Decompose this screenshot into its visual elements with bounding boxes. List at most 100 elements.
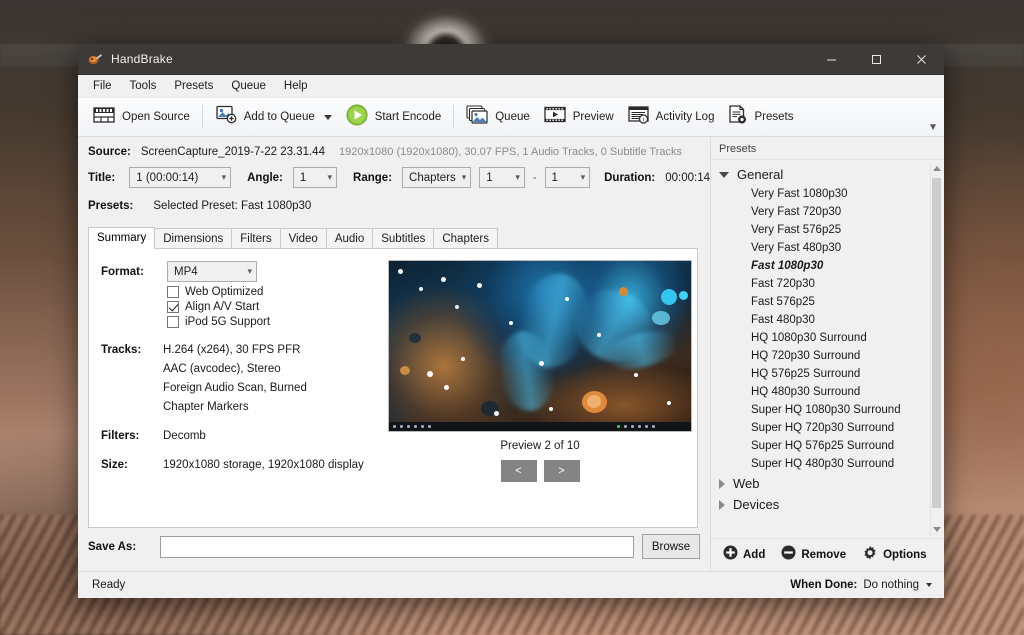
angle-select[interactable]: 1 ▾ (293, 167, 337, 188)
preset-group-web[interactable]: Web (711, 473, 944, 494)
preview-thumbnail[interactable] (388, 260, 692, 432)
window-titlebar[interactable]: HandBrake (78, 44, 944, 75)
preset-options-button[interactable]: Options (862, 545, 926, 566)
scroll-up-arrow-icon[interactable] (933, 166, 941, 171)
open-source-label: Open Source (122, 111, 190, 123)
minimize-icon (826, 54, 837, 65)
preset-item[interactable]: HQ 720p30 Surround (711, 347, 944, 365)
preset-item[interactable]: Super HQ 1080p30 Surround (711, 401, 944, 419)
chevron-down-icon: ▾ (328, 172, 333, 183)
scrollbar-thumb[interactable] (932, 178, 941, 508)
tab-summary[interactable]: Summary (88, 227, 155, 249)
tab-chapters[interactable]: Chapters (433, 228, 498, 249)
preset-item[interactable]: HQ 480p30 Surround (711, 383, 944, 401)
presets-tree[interactable]: General Very Fast 1080p30 Very Fast 720p… (711, 160, 944, 538)
tab-video[interactable]: Video (280, 228, 327, 249)
open-source-button[interactable]: Open Source (86, 102, 197, 132)
tab-audio[interactable]: Audio (326, 228, 373, 249)
chevron-down-icon[interactable] (324, 115, 332, 120)
preset-item[interactable]: Very Fast 480p30 (711, 239, 944, 257)
title-angle-range-row: Title: 1 (00:00:14) ▾ Angle: 1 ▾ Range: … (78, 160, 710, 188)
track-line-1: H.264 (x264), 30 FPS PFR (163, 344, 300, 356)
preview-button[interactable]: Preview (537, 102, 621, 132)
preset-item[interactable]: Very Fast 720p30 (711, 203, 944, 221)
menu-help[interactable]: Help (275, 77, 317, 95)
log-window-icon: i (628, 106, 649, 129)
track-line-2: AAC (avcodec), Stereo (163, 363, 281, 375)
menu-tools[interactable]: Tools (121, 77, 166, 95)
presets-panel: Presets General Very Fast 1080p30 Very F… (710, 137, 944, 571)
add-to-queue-button[interactable]: Add to Queue (208, 102, 339, 132)
tab-filters[interactable]: Filters (231, 228, 280, 249)
presets-toolbar-button[interactable]: Presets (721, 102, 800, 132)
tab-dimensions[interactable]: Dimensions (154, 228, 232, 249)
toolbar-overflow-chevron-icon[interactable]: ▼ (928, 122, 938, 133)
align-av-start-checkbox[interactable] (167, 301, 179, 313)
presets-toolbar-label: Presets (754, 111, 793, 123)
range-type-select[interactable]: Chapters ▾ (402, 167, 471, 188)
play-icon (346, 104, 368, 131)
tab-subtitles[interactable]: Subtitles (372, 228, 434, 249)
triangle-expanded-icon[interactable] (719, 172, 729, 178)
preview-next-button[interactable]: > (544, 460, 580, 482)
handbrake-window: HandBrake File Tools Presets Queue Help (78, 44, 944, 598)
preset-item-selected[interactable]: Fast 1080p30 (711, 257, 944, 275)
preset-group-devices[interactable]: Devices (711, 494, 944, 515)
ipod-5g-support-row[interactable]: iPod 5G Support (167, 316, 371, 328)
preset-item[interactable]: HQ 1080p30 Surround (711, 329, 944, 347)
preset-item[interactable]: Fast 480p30 (711, 311, 944, 329)
align-av-start-row[interactable]: Align A/V Start (167, 301, 371, 313)
preset-item[interactable]: Very Fast 1080p30 (711, 185, 944, 203)
menu-queue[interactable]: Queue (222, 77, 275, 95)
add-image-icon (215, 105, 237, 129)
chapter-start-select[interactable]: 1 ▾ (479, 167, 525, 188)
preset-group-general[interactable]: General (711, 164, 944, 185)
menu-presets[interactable]: Presets (165, 77, 222, 95)
tracks-row: Tracks: H.264 (x264), 30 FPS PFR (101, 344, 371, 356)
filters-label: Filters: (101, 430, 163, 442)
presets-scrollbar[interactable] (930, 162, 942, 536)
preset-item[interactable]: Super HQ 720p30 Surround (711, 419, 944, 437)
tracks-spacer-3 (101, 401, 163, 413)
chapter-end-select[interactable]: 1 ▾ (545, 167, 591, 188)
preset-item[interactable]: Very Fast 576p25 (711, 221, 944, 239)
menu-file[interactable]: File (84, 77, 121, 95)
save-as-input[interactable] (160, 536, 634, 558)
gear-icon (862, 545, 878, 566)
preset-item[interactable]: Fast 576p25 (711, 293, 944, 311)
scroll-down-arrow-icon[interactable] (933, 527, 941, 532)
filters-row: Filters: Decomb (101, 430, 371, 442)
chevron-down-icon[interactable] (926, 583, 932, 587)
triangle-collapsed-icon[interactable] (719, 500, 725, 510)
format-select[interactable]: MP4 ▾ (167, 261, 257, 282)
format-row: Format: MP4 ▾ (101, 261, 371, 282)
minimize-button[interactable] (809, 44, 854, 74)
selected-preset-row: Presets: Selected Preset: Fast 1080p30 (78, 188, 710, 212)
title-select[interactable]: 1 (00:00:14) ▾ (129, 167, 231, 188)
web-optimized-row[interactable]: Web Optimized (167, 286, 371, 298)
start-encode-button[interactable]: Start Encode (339, 102, 448, 132)
ipod-5g-support-label: iPod 5G Support (185, 316, 270, 328)
ipod-5g-support-checkbox[interactable] (167, 316, 179, 328)
preset-item[interactable]: Super HQ 480p30 Surround (711, 455, 944, 473)
queue-label: Queue (495, 111, 530, 123)
format-label: Format: (101, 266, 163, 278)
preset-item[interactable]: Super HQ 576p25 Surround (711, 437, 944, 455)
activity-log-button[interactable]: i Activity Log (621, 102, 722, 132)
browse-button[interactable]: Browse (642, 534, 700, 559)
queue-button[interactable]: Queue (459, 102, 537, 132)
add-preset-button[interactable]: Add (723, 545, 765, 565)
preset-item[interactable]: HQ 576p25 Surround (711, 365, 944, 383)
window-body: Source: ScreenCapture_2019-7-22 23.31.44… (78, 137, 944, 571)
toolbar-separator-2 (453, 105, 454, 129)
remove-preset-button[interactable]: Remove (781, 545, 846, 565)
triangle-collapsed-icon[interactable] (719, 479, 725, 489)
preview-prev-button[interactable]: < (501, 460, 537, 482)
preset-item[interactable]: Fast 720p30 (711, 275, 944, 293)
web-optimized-checkbox[interactable] (167, 286, 179, 298)
preview-label: Preview (573, 111, 614, 123)
format-select-value: MP4 (174, 266, 198, 278)
when-done-value[interactable]: Do nothing (863, 579, 919, 591)
maximize-button[interactable] (854, 44, 899, 74)
close-button[interactable] (899, 44, 944, 74)
